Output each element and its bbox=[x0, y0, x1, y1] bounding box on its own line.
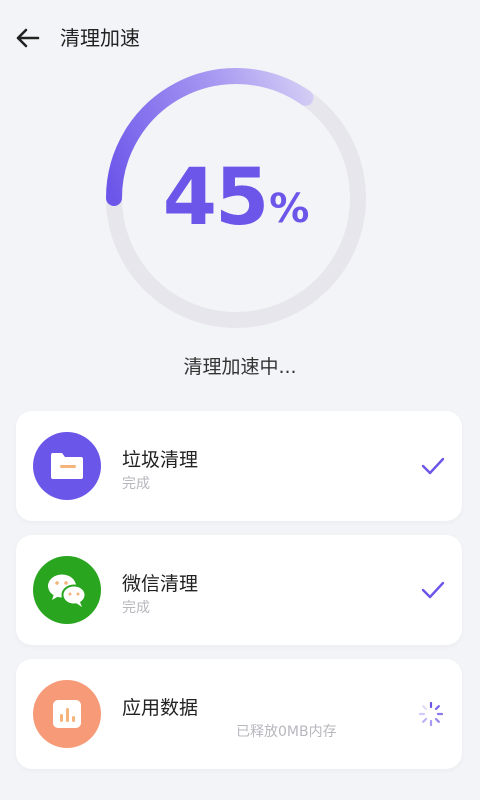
wechat-icon-badge bbox=[33, 556, 101, 624]
item-name: 垃圾清理 bbox=[122, 449, 199, 471]
status-text: 清理加速中... bbox=[183, 356, 297, 378]
item-name: 应用数据 bbox=[122, 697, 199, 719]
item-name: 微信清理 bbox=[122, 573, 199, 595]
progress-value: 45 bbox=[162, 153, 270, 243]
folder-icon bbox=[51, 453, 83, 479]
check-icon bbox=[421, 457, 445, 475]
check-icon bbox=[421, 581, 445, 599]
progress-unit: % bbox=[269, 186, 310, 232]
app-data-icon-badge bbox=[33, 680, 101, 748]
bar-chart-icon bbox=[53, 700, 81, 728]
back-button[interactable] bbox=[12, 22, 44, 54]
item-status: 完成 bbox=[122, 476, 150, 492]
list-item-app-data: 应用数据 已释放0MB内存 bbox=[16, 659, 462, 769]
page-title: 清理加速 bbox=[60, 26, 140, 50]
item-status: 完成 bbox=[122, 600, 150, 616]
loading-spinner-icon bbox=[418, 701, 444, 727]
progress-percent: 45 % bbox=[100, 62, 372, 334]
list-item-junk-clean: 垃圾清理 完成 bbox=[16, 411, 462, 521]
wechat-icon bbox=[48, 574, 87, 607]
junk-icon-badge bbox=[33, 432, 101, 500]
progress-gauge: 45 % bbox=[100, 62, 372, 334]
arrow-left-icon bbox=[16, 28, 40, 48]
item-status: 已释放0MB内存 bbox=[236, 724, 337, 740]
list-item-wechat-clean: 微信清理 完成 bbox=[16, 535, 462, 645]
